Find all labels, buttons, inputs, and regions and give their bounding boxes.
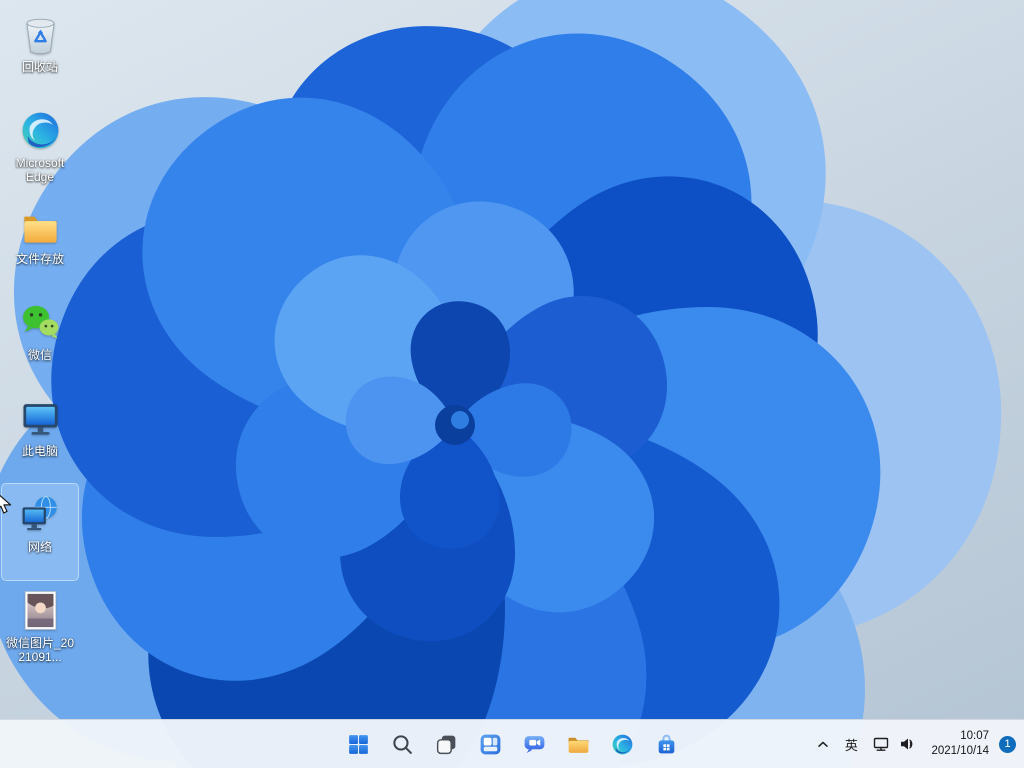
desktop-icon-wechat[interactable]: 微信 <box>2 292 78 388</box>
microsoft-store-button[interactable] <box>646 724 686 764</box>
network-volume-button[interactable] <box>865 724 923 764</box>
desktop-icon-file-storage[interactable]: 文件存放 <box>2 196 78 292</box>
volume-icon <box>898 735 916 753</box>
search-icon <box>390 732 415 757</box>
taskbar: 英 10:07 2021/10/14 1 <box>0 719 1024 768</box>
tray-clock[interactable]: 10:07 2021/10/14 <box>923 724 997 764</box>
start-button[interactable] <box>338 724 378 764</box>
clock-date: 2021/10/14 <box>931 744 989 759</box>
desktop-icon-label: 回收站 <box>22 60 58 74</box>
widgets-button[interactable] <box>470 724 510 764</box>
microsoft-store-icon <box>654 732 679 757</box>
desktop-icon-label: 文件存放 <box>16 252 64 266</box>
chevron-up-icon <box>815 736 831 752</box>
network-tray-icon <box>872 735 890 753</box>
desktop-icon-recycle-bin[interactable]: 回收站 <box>2 4 78 100</box>
chat-icon <box>522 732 547 757</box>
ime-indicator[interactable]: 英 <box>837 724 865 764</box>
desktop-icon-label: 此电脑 <box>22 444 58 458</box>
network-icon <box>17 491 63 537</box>
widgets-icon <box>478 732 503 757</box>
microsoft-edge-icon <box>17 107 63 153</box>
folder-icon <box>17 203 63 249</box>
task-view-icon <box>434 732 459 757</box>
desktop-icon-grid: 回收站 Microsoft Edge <box>2 4 78 676</box>
clock-time: 10:07 <box>960 729 989 744</box>
desktop-icon-wechat-image-file[interactable]: 微信图片_2021091... <box>2 580 78 676</box>
task-view-button[interactable] <box>426 724 466 764</box>
edge-browser-button[interactable] <box>602 724 642 764</box>
mouse-cursor <box>0 491 13 517</box>
this-pc-icon <box>17 395 63 441</box>
notification-badge[interactable]: 1 <box>999 736 1016 753</box>
desktop-icon-label: 网络 <box>28 540 52 554</box>
desktop-icon-label: Microsoft Edge <box>3 156 77 184</box>
recycle-bin-icon <box>17 11 63 57</box>
tray-overflow-button[interactable] <box>809 724 837 764</box>
image-thumbnail-icon <box>17 587 63 633</box>
desktop-icon-this-pc[interactable]: 此电脑 <box>2 388 78 484</box>
windows-logo-icon <box>346 732 371 757</box>
desktop-icon-microsoft-edge[interactable]: Microsoft Edge <box>2 100 78 196</box>
desktop[interactable]: 回收站 Microsoft Edge <box>0 0 1024 768</box>
wechat-icon <box>17 299 63 345</box>
file-explorer-icon <box>566 732 591 757</box>
system-tray: 英 10:07 2021/10/14 1 <box>809 720 1022 768</box>
edge-browser-icon <box>610 732 635 757</box>
desktop-icon-label: 微信图片_2021091... <box>3 636 77 664</box>
taskbar-center-group <box>338 724 686 764</box>
file-explorer-button[interactable] <box>558 724 598 764</box>
search-button[interactable] <box>382 724 422 764</box>
desktop-icon-network[interactable]: 网络 <box>2 484 78 580</box>
chat-button[interactable] <box>514 724 554 764</box>
wallpaper-bloom-graphic <box>0 0 1024 768</box>
desktop-icon-label: 微信 <box>28 348 52 362</box>
